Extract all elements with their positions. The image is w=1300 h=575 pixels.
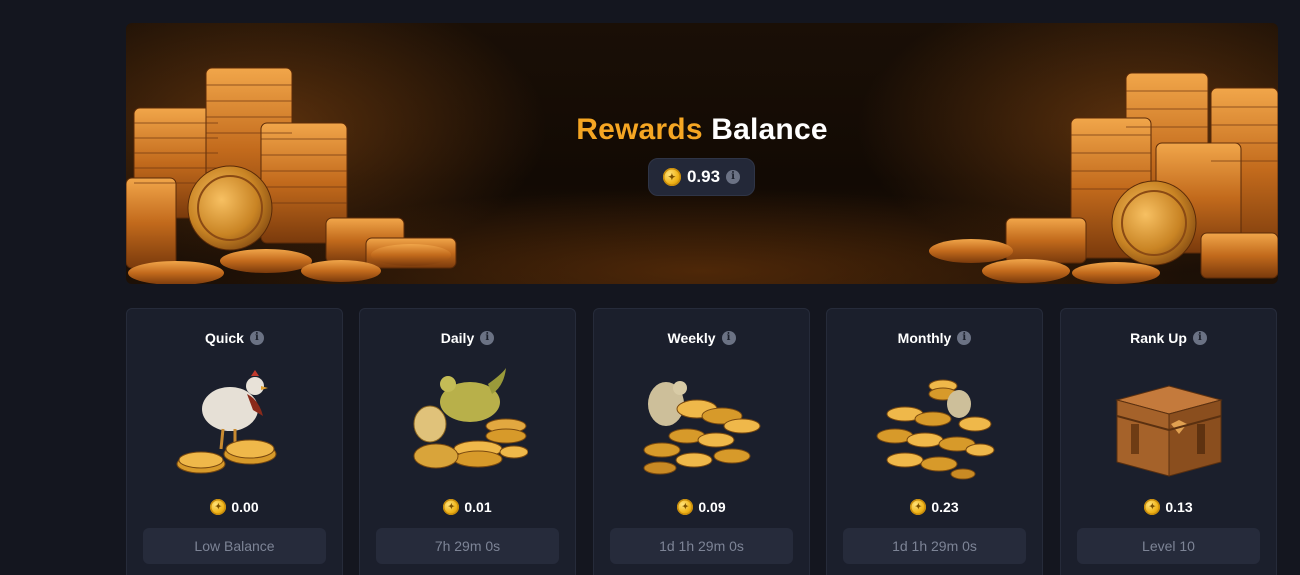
rewards-banner: Rewards Balance ✦ 0.93 i [126,23,1278,284]
banner-title-accent: Rewards [576,113,703,146]
card-title: Weekly [667,330,716,346]
chicken-coin-icon: ✦ [677,499,694,515]
reward-card-monthly: Monthly i ✦ 0.23 1d 1h 29m 0s [826,308,1043,575]
chicken-coin-icon: ✦ [1144,499,1161,515]
card-value: 0.23 [931,499,959,515]
chicken-coin-icon: ✦ [910,499,927,515]
chicken-with-coins-icon [176,370,277,474]
card-value: 0.01 [464,499,492,515]
card-value: 0.00 [231,499,259,515]
claim-button[interactable]: Low Balance [143,528,326,564]
banner-title-rest: Balance [711,113,828,146]
claim-button[interactable]: 1d 1h 29m 0s [843,528,1026,564]
chicken-coin-icon: ✦ [662,168,681,186]
info-icon[interactable]: i [480,331,495,345]
balance-value: 0.93 [686,167,721,186]
card-title: Monthly [897,330,952,346]
banner-coin-stacks-art [126,67,1278,284]
balance-pill: ✦ 0.93 i [648,158,755,196]
card-value: 0.09 [698,499,726,515]
card-title: Quick [205,330,244,346]
reward-card-daily: Daily i ✦ 0.01 7h 29m 0s [359,308,576,575]
claim-button[interactable]: 1d 1h 29m 0s [610,528,793,564]
treasure-crate-icon [1115,385,1223,477]
claim-button[interactable]: 7h 29m 0s [376,528,559,564]
info-icon[interactable]: i [726,170,741,184]
large-coin-pile-icon [876,379,995,480]
banner-title: Rewards Balance [126,113,1278,147]
card-title: Daily [440,330,475,346]
reward-card-rank-up: Rank Up i ✦ 0.13 Level 10 [1060,308,1277,575]
chicken-coin-icon: ✦ [210,499,227,515]
info-icon[interactable]: i [957,331,972,345]
card-value: 0.13 [1165,499,1193,515]
claim-button[interactable]: Level 10 [1077,528,1260,564]
info-icon[interactable]: i [721,331,736,345]
reward-card-weekly: Weekly i ✦ 0.09 1d 1h 29m 0s [593,308,810,575]
info-icon[interactable]: i [249,331,264,345]
reward-card-quick: Quick i ✦ 0.00 Low Balance [126,308,343,575]
info-icon[interactable]: i [1192,331,1207,345]
chicken-coin-icon: ✦ [443,499,460,515]
chicken-coin-pile-icon [643,381,761,475]
chicken-on-coins-icon [413,368,528,469]
card-title: Rank Up [1130,330,1187,346]
rewards-page: Rewards Balance ✦ 0.93 i Quick i ✦ 0.00 … [0,0,1300,575]
